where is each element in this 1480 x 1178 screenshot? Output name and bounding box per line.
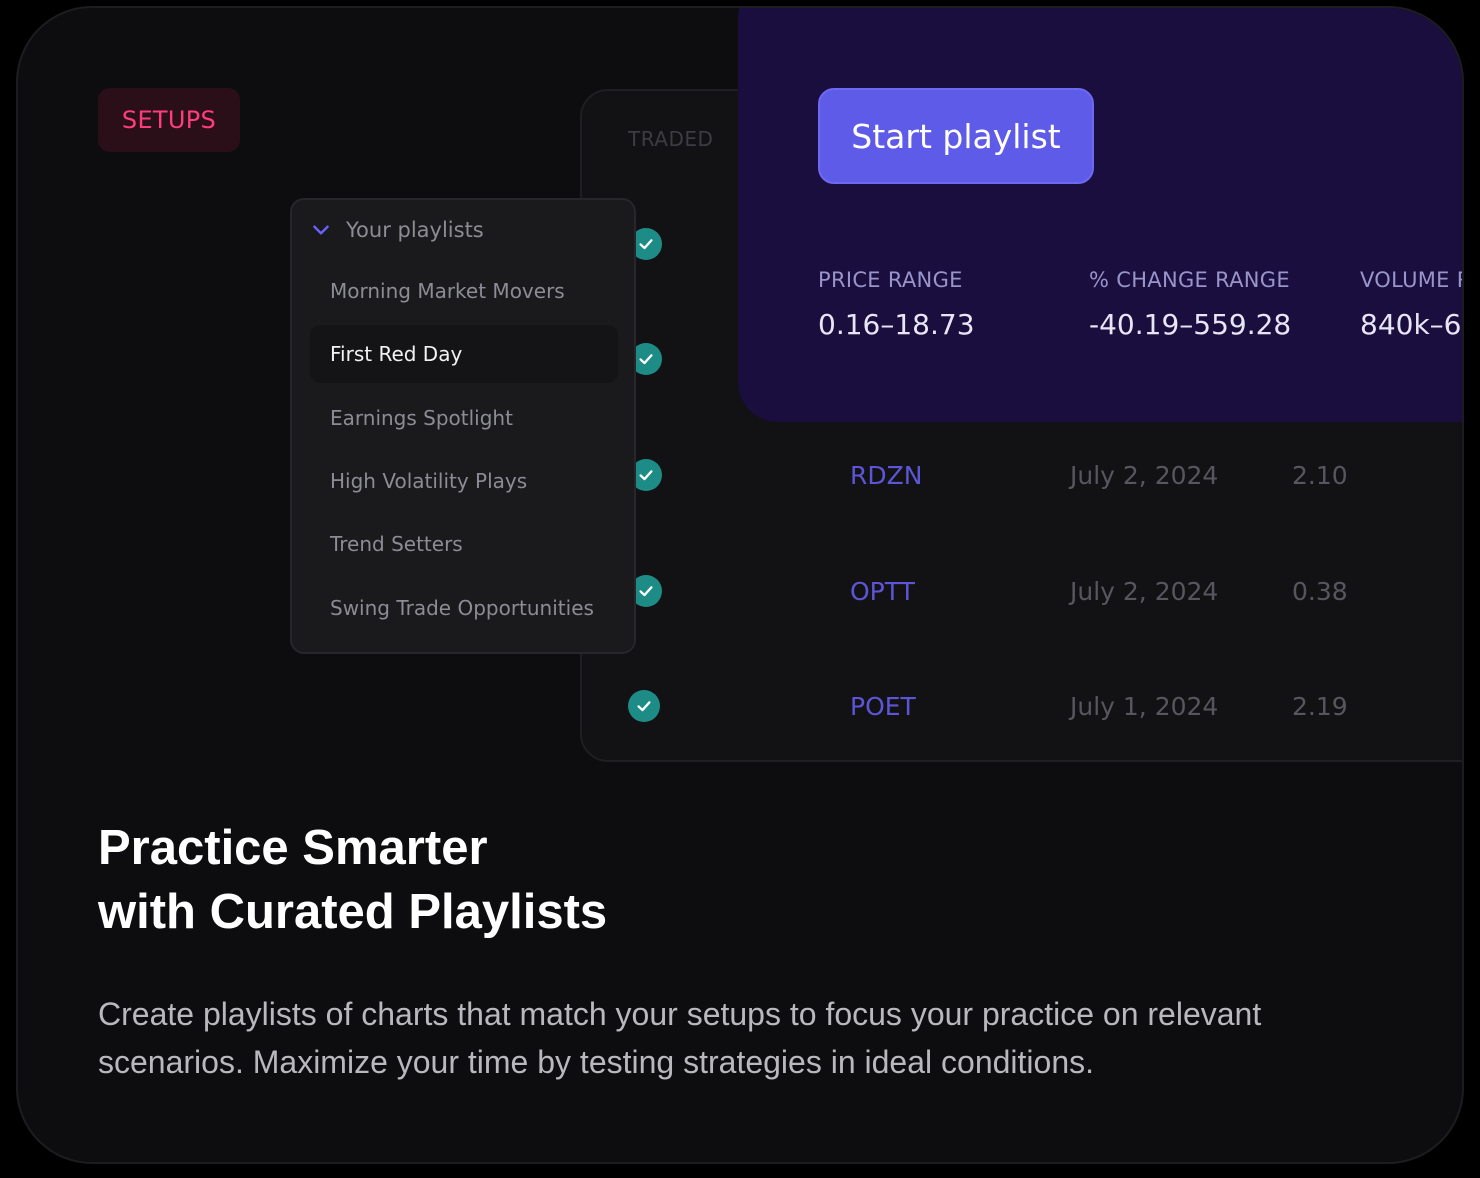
trade-date: July 1, 2024 [1070, 692, 1219, 721]
feature-card: SETUPS TRADED RDZN July 2, 2024 2.10 OPT… [16, 6, 1464, 1164]
playlist-summary-panel [738, 8, 1462, 422]
volume-range-label: VOLUME R [1360, 268, 1464, 292]
playlist-item[interactable]: Earnings Spotlight [310, 389, 618, 447]
trade-value: 0.38 [1292, 577, 1348, 606]
price-range-label: PRICE RANGE [818, 268, 963, 292]
feature-headline: Practice Smarter with Curated Playlists [98, 816, 607, 944]
playlists-dropdown: Your playlists Morning Market Movers Fir… [290, 198, 636, 654]
trade-value: 2.10 [1292, 461, 1348, 490]
playlists-dropdown-toggle[interactable]: Your playlists [310, 218, 484, 242]
ticker-link[interactable]: POET [850, 692, 916, 721]
playlist-item[interactable]: Morning Market Movers [310, 262, 618, 320]
trade-date: July 2, 2024 [1070, 461, 1219, 490]
playlist-item-selected[interactable]: First Red Day [310, 325, 618, 383]
ticker-link[interactable]: RDZN [850, 461, 922, 490]
playlist-item[interactable]: Trend Setters [310, 515, 618, 573]
trade-date: July 2, 2024 [1070, 577, 1219, 606]
ticker-link[interactable]: OPTT [850, 577, 915, 606]
headline-line-1: Practice Smarter [98, 821, 488, 875]
dropdown-header-label: Your playlists [346, 218, 484, 242]
price-range-value: 0.16–18.73 [818, 308, 975, 341]
playlist-item[interactable]: High Volatility Plays [310, 452, 618, 510]
headline-line-2: with Curated Playlists [98, 885, 608, 939]
playlist-item[interactable]: Swing Trade Opportunities [310, 579, 618, 637]
change-range-value: -40.19–559.28 [1089, 308, 1292, 341]
setups-tag: SETUPS [98, 88, 240, 152]
change-range-label: % CHANGE RANGE [1089, 268, 1290, 292]
chevron-down-icon [313, 225, 329, 235]
feature-description: Create playlists of charts that match yo… [98, 996, 1262, 1080]
volume-range-value: 840k–61 [1360, 308, 1462, 341]
check-circle-icon [628, 690, 660, 722]
trade-value: 2.19 [1292, 692, 1348, 721]
start-playlist-button[interactable]: Start playlist [818, 88, 1094, 184]
traded-column-header: TRADED [628, 127, 714, 151]
